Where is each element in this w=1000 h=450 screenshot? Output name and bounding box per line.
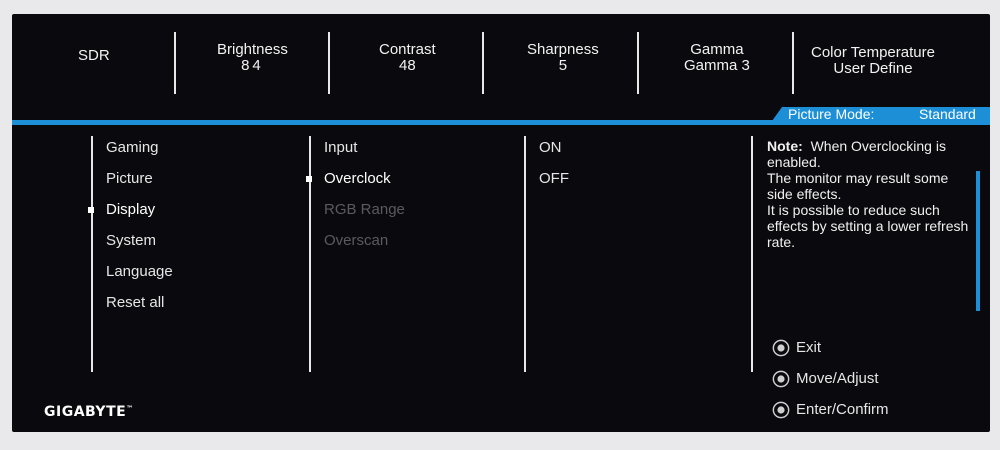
sdr-indicator: SDR bbox=[78, 48, 110, 64]
divider bbox=[637, 32, 639, 94]
color-temperature-value: User Define bbox=[833, 60, 913, 77]
selection-bullet bbox=[306, 176, 312, 182]
nav-enter-confirm: Enter/Confirm bbox=[772, 401, 889, 419]
brightness-stat: Brightness 84 bbox=[217, 42, 288, 74]
contrast-stat: Contrast 48 bbox=[379, 42, 436, 74]
note-label: Note: bbox=[767, 138, 803, 154]
option-off[interactable]: OFF bbox=[539, 171, 569, 187]
divider bbox=[482, 32, 484, 94]
sdr-label: SDR bbox=[78, 47, 110, 64]
color-temperature-stat: Color Temperature User Define bbox=[811, 45, 935, 77]
joystick-icon bbox=[772, 370, 790, 388]
menu-item-display[interactable]: Display bbox=[106, 202, 155, 218]
submenu-item-overclock[interactable]: Overclock bbox=[324, 171, 391, 187]
column-divider bbox=[524, 136, 526, 372]
nav-enter-label: Enter/Confirm bbox=[796, 401, 889, 418]
contrast-label: Contrast bbox=[379, 41, 436, 58]
submenu-item-overscan[interactable]: Overscan bbox=[324, 233, 388, 249]
gigabyte-logo: GIGABYTE™ bbox=[44, 404, 134, 420]
divider bbox=[328, 32, 330, 94]
brand-name: GIGABYTE bbox=[44, 404, 127, 420]
trademark: ™ bbox=[126, 404, 134, 413]
nav-move-label: Move/Adjust bbox=[796, 370, 879, 387]
nav-exit: Exit bbox=[772, 339, 821, 357]
note-line-2: The monitor may result some side effects… bbox=[767, 170, 949, 202]
color-temperature-label: Color Temperature bbox=[811, 44, 935, 61]
brightness-label: Brightness bbox=[217, 41, 288, 58]
gamma-value: Gamma 3 bbox=[684, 57, 750, 74]
menu-item-reset-all[interactable]: Reset all bbox=[106, 295, 164, 311]
note-line-3: It is possible to reduce such effects by… bbox=[767, 202, 969, 250]
sharpness-value: 5 bbox=[558, 57, 568, 74]
gamma-label: Gamma bbox=[690, 41, 744, 58]
nav-exit-label: Exit bbox=[796, 339, 822, 356]
submenu-item-input[interactable]: Input bbox=[324, 140, 357, 156]
osd-screen: SDR Brightness 84 Contrast 48 Sharpness … bbox=[12, 14, 990, 432]
column-divider bbox=[91, 136, 93, 372]
scrollbar[interactable] bbox=[976, 171, 980, 311]
brightness-value: 84 bbox=[241, 57, 264, 74]
divider bbox=[174, 32, 176, 94]
joystick-icon bbox=[772, 339, 790, 357]
menu-item-system[interactable]: System bbox=[106, 233, 156, 249]
option-on[interactable]: ON bbox=[539, 140, 562, 156]
accent-line bbox=[12, 120, 990, 125]
menu-item-picture[interactable]: Picture bbox=[106, 171, 153, 187]
contrast-value: 48 bbox=[399, 57, 416, 74]
column-divider bbox=[309, 136, 311, 372]
selection-bullet bbox=[88, 207, 94, 213]
overclock-note: Note: When Overclocking is enabled. The … bbox=[767, 138, 972, 250]
joystick-icon bbox=[772, 401, 790, 419]
sharpness-stat: Sharpness 5 bbox=[527, 42, 599, 74]
submenu-item-rgb-range[interactable]: RGB Range bbox=[324, 202, 405, 218]
nav-move-adjust: Move/Adjust bbox=[772, 370, 879, 388]
menu-item-language[interactable]: Language bbox=[106, 264, 173, 280]
status-bar: SDR Brightness 84 Contrast 48 Sharpness … bbox=[12, 14, 990, 106]
column-divider bbox=[751, 136, 753, 372]
sharpness-label: Sharpness bbox=[527, 41, 599, 58]
menu-item-gaming[interactable]: Gaming bbox=[106, 140, 159, 156]
gamma-stat: Gamma Gamma 3 bbox=[684, 42, 750, 74]
divider bbox=[792, 32, 794, 94]
